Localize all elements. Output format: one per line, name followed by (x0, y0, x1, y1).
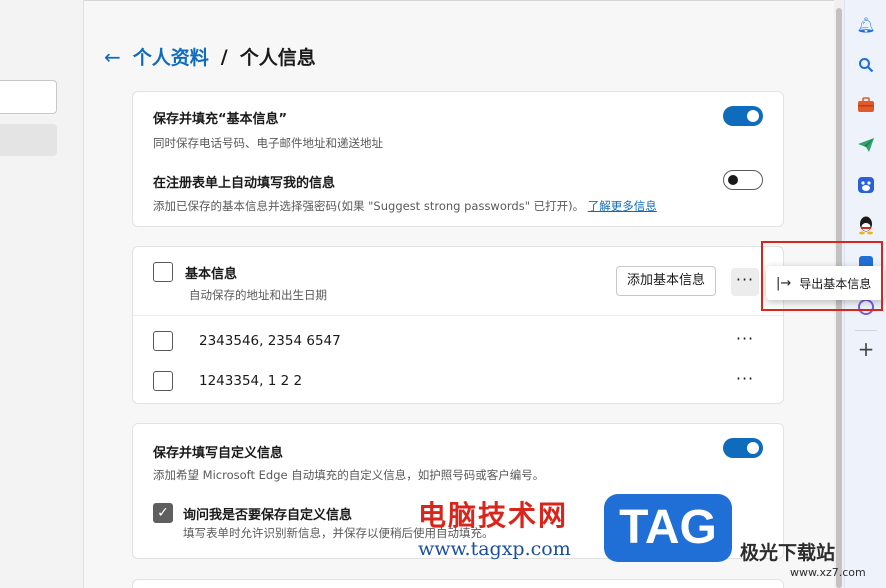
save-fill-basic-info-title: 保存并填充“基本信息” (153, 112, 288, 127)
entry-text[interactable]: 2343546, 2354 6547 (199, 333, 341, 349)
next-card (132, 579, 784, 588)
custom-info-title: 保存并填写自定义信息 (153, 446, 284, 461)
auto-fill-signup-desc-text: 添加已保存的基本信息并选择强密码(如果 "Suggest strong pass… (153, 199, 585, 213)
back-arrow-icon[interactable]: ← (104, 45, 121, 69)
export-basic-info-menu-item[interactable]: |→ 导出基本信息 (766, 266, 884, 300)
toolbox-icon[interactable] (855, 94, 877, 116)
basic-info-title: 基本信息 (185, 267, 238, 282)
autofill-basic-info-card: 保存并填充“基本信息” 同时保存电话号码、电子邮件地址和递送地址 在注册表单上自… (132, 91, 784, 227)
settings-search-input[interactable] (0, 80, 57, 114)
basic-info-more-button[interactable]: ··· (731, 268, 759, 296)
ask-save-custom-desc: 填写表单时允许识别新信息，并保存以便稍后使用自动填充。 (183, 526, 494, 540)
entry-more-button[interactable]: ··· (731, 367, 759, 395)
entry-more-button[interactable]: ··· (731, 327, 759, 355)
ask-save-custom-checkbox[interactable]: ✓ (153, 503, 173, 523)
custom-info-card: 保存并填写自定义信息 添加希望 Microsoft Edge 自动填充的自定义信… (132, 423, 784, 559)
basic-info-card: 基本信息 自动保存的地址和出生日期 添加基本信息 ··· 2343546, 23… (132, 246, 784, 404)
divider (133, 315, 783, 316)
nav-item-selected[interactable] (0, 124, 57, 156)
auto-fill-signup-desc: 添加已保存的基本信息并选择强密码(如果 "Suggest strong pass… (153, 198, 657, 214)
export-icon: |→ (776, 275, 792, 291)
add-basic-info-button[interactable]: 添加基本信息 (616, 266, 717, 296)
entry-checkbox[interactable] (153, 371, 173, 391)
sidebar-divider (855, 330, 877, 331)
bell-icon[interactable]: 🔔︎ (855, 14, 877, 36)
custom-info-desc: 添加希望 Microsoft Edge 自动填充的自定义信息，如护照号码或客户编… (153, 468, 545, 482)
baidu-icon[interactable] (855, 174, 877, 196)
auto-fill-signup-title: 在注册表单上自动填写我的信息 (153, 176, 336, 191)
ask-save-custom-title: 询问我是否要保存自定义信息 (183, 508, 353, 523)
send-icon[interactable] (855, 134, 877, 156)
export-basic-info-label: 导出基本信息 (799, 276, 872, 291)
entry-checkbox[interactable] (153, 331, 173, 351)
breadcrumb: ← 个人资料 / 个人信息 (104, 43, 316, 70)
auto-fill-signup-toggle[interactable] (723, 170, 763, 190)
basic-info-desc: 自动保存的地址和出生日期 (189, 288, 327, 302)
search-icon[interactable] (855, 54, 877, 76)
select-all-checkbox[interactable] (153, 262, 173, 282)
qq-icon[interactable] (855, 214, 877, 236)
save-fill-basic-info-desc: 同时保存电话号码、电子邮件地址和递送地址 (153, 136, 383, 150)
settings-nav-pane (0, 0, 84, 588)
breadcrumb-parent-link[interactable]: 个人资料 (133, 43, 209, 70)
save-fill-basic-info-toggle[interactable] (723, 106, 763, 126)
custom-info-toggle[interactable] (723, 438, 763, 458)
page-title: 个人信息 (239, 47, 316, 69)
breadcrumb-separator: / (220, 45, 228, 68)
main-content: ← 个人资料 / 个人信息 保存并填充“基本信息” 同时保存电话号码、电子邮件地… (84, 0, 834, 588)
learn-more-link[interactable]: 了解更多信息 (588, 199, 657, 213)
plus-icon[interactable]: + (855, 337, 877, 361)
entry-text[interactable]: 1243354, 1 2 2 (199, 373, 302, 389)
